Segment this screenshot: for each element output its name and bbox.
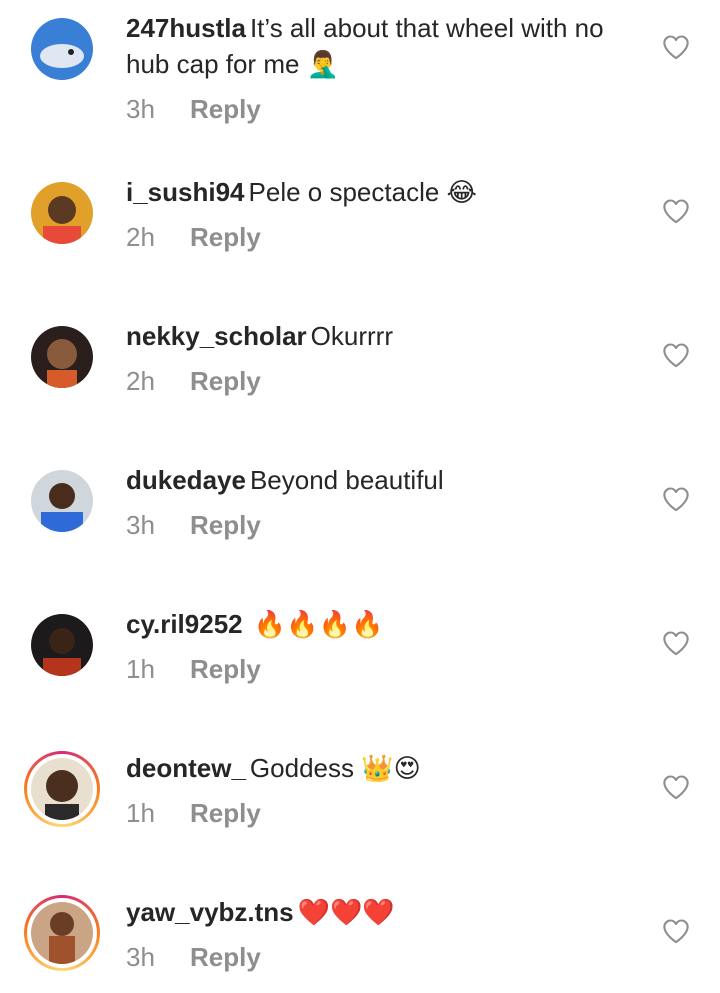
comment-time: 3h bbox=[126, 942, 155, 972]
heart-outline-icon[interactable] bbox=[662, 774, 690, 800]
heart-outline-icon[interactable] bbox=[662, 198, 690, 224]
comment-text: dukedaye Beyond beautiful bbox=[126, 462, 626, 499]
comment-text: deontew_ Goddess 👑😍 bbox=[126, 750, 626, 787]
reply-button[interactable]: Reply bbox=[190, 94, 261, 124]
comment-time: 3h bbox=[126, 94, 155, 124]
comment-meta: 3h Reply bbox=[126, 91, 626, 127]
heart-outline-icon[interactable] bbox=[662, 34, 690, 60]
comment-meta: 3h Reply bbox=[126, 507, 626, 543]
avatar[interactable] bbox=[31, 758, 93, 820]
comment-message: Goddess bbox=[249, 753, 354, 783]
comment-text: yaw_vybz.tns ❤️❤️❤️ bbox=[126, 894, 626, 931]
comment-body: dukedaye Beyond beautiful 3h Reply bbox=[126, 462, 626, 543]
comment-body: yaw_vybz.tns ❤️❤️❤️ 3h Reply bbox=[126, 894, 626, 975]
comment-body: 247hustla It’s all about that wheel with … bbox=[126, 10, 626, 127]
heart-outline-icon[interactable] bbox=[662, 918, 690, 944]
comment-emoji: ❤️❤️❤️ bbox=[297, 898, 395, 928]
username[interactable]: nekky_scholar bbox=[126, 321, 307, 351]
comment-text: i_sushi94 Pele o spectacle 😂 bbox=[126, 174, 626, 211]
username[interactable]: yaw_vybz.tns bbox=[126, 897, 294, 927]
comment-time: 2h bbox=[126, 366, 155, 396]
comment-time: 3h bbox=[126, 510, 155, 540]
username[interactable]: 247hustla bbox=[126, 13, 246, 43]
heart-outline-icon[interactable] bbox=[662, 630, 690, 656]
comment-body: nekky_scholar Okurrrr 2h Reply bbox=[126, 318, 626, 399]
comment-body: i_sushi94 Pele o spectacle 😂 2h Reply bbox=[126, 174, 626, 255]
avatar[interactable] bbox=[31, 614, 93, 676]
comment-time: 2h bbox=[126, 222, 155, 252]
avatar[interactable] bbox=[31, 326, 93, 388]
reply-button[interactable]: Reply bbox=[190, 510, 261, 540]
comment-message: Beyond beautiful bbox=[249, 465, 444, 495]
reply-button[interactable]: Reply bbox=[190, 798, 261, 828]
username[interactable]: dukedaye bbox=[126, 465, 246, 495]
comment-meta: 1h Reply bbox=[126, 651, 626, 687]
comment-emoji: 😂 bbox=[446, 178, 477, 208]
reply-button[interactable]: Reply bbox=[190, 654, 261, 684]
comment-text: 247hustla It’s all about that wheel with … bbox=[126, 10, 626, 83]
comment-body: cy.ril9252 🔥🔥🔥🔥 1h Reply bbox=[126, 606, 626, 687]
username[interactable]: cy.ril9252 bbox=[126, 609, 243, 639]
heart-outline-icon[interactable] bbox=[662, 486, 690, 512]
comment-text: nekky_scholar Okurrrr bbox=[126, 318, 626, 355]
reply-button[interactable]: Reply bbox=[190, 942, 261, 972]
comment-meta: 2h Reply bbox=[126, 363, 626, 399]
story-ring[interactable] bbox=[24, 751, 100, 827]
story-ring[interactable] bbox=[24, 895, 100, 971]
avatar[interactable] bbox=[31, 18, 93, 80]
comment-meta: 1h Reply bbox=[126, 795, 626, 831]
comment-meta: 3h Reply bbox=[126, 939, 626, 975]
comment-time: 1h bbox=[126, 654, 155, 684]
username[interactable]: deontew_ bbox=[126, 753, 246, 783]
comment-emoji: 🤦‍♂️ bbox=[306, 50, 340, 80]
username[interactable]: i_sushi94 bbox=[126, 177, 245, 207]
avatar[interactable] bbox=[31, 902, 93, 964]
comment-time: 1h bbox=[126, 798, 155, 828]
reply-button[interactable]: Reply bbox=[190, 366, 261, 396]
comment-meta: 2h Reply bbox=[126, 219, 626, 255]
heart-outline-icon[interactable] bbox=[662, 342, 690, 368]
avatar[interactable] bbox=[31, 182, 93, 244]
avatar[interactable] bbox=[31, 470, 93, 532]
comment-text: cy.ril9252 🔥🔥🔥🔥 bbox=[126, 606, 626, 643]
comment-body: deontew_ Goddess 👑😍 1h Reply bbox=[126, 750, 626, 831]
comment-emoji: 👑😍 bbox=[361, 754, 421, 784]
reply-button[interactable]: Reply bbox=[190, 222, 261, 252]
comment-message: Okurrrr bbox=[310, 321, 393, 351]
comment-message: Pele o spectacle bbox=[248, 177, 440, 207]
comment-emoji: 🔥🔥🔥🔥 bbox=[253, 610, 384, 640]
